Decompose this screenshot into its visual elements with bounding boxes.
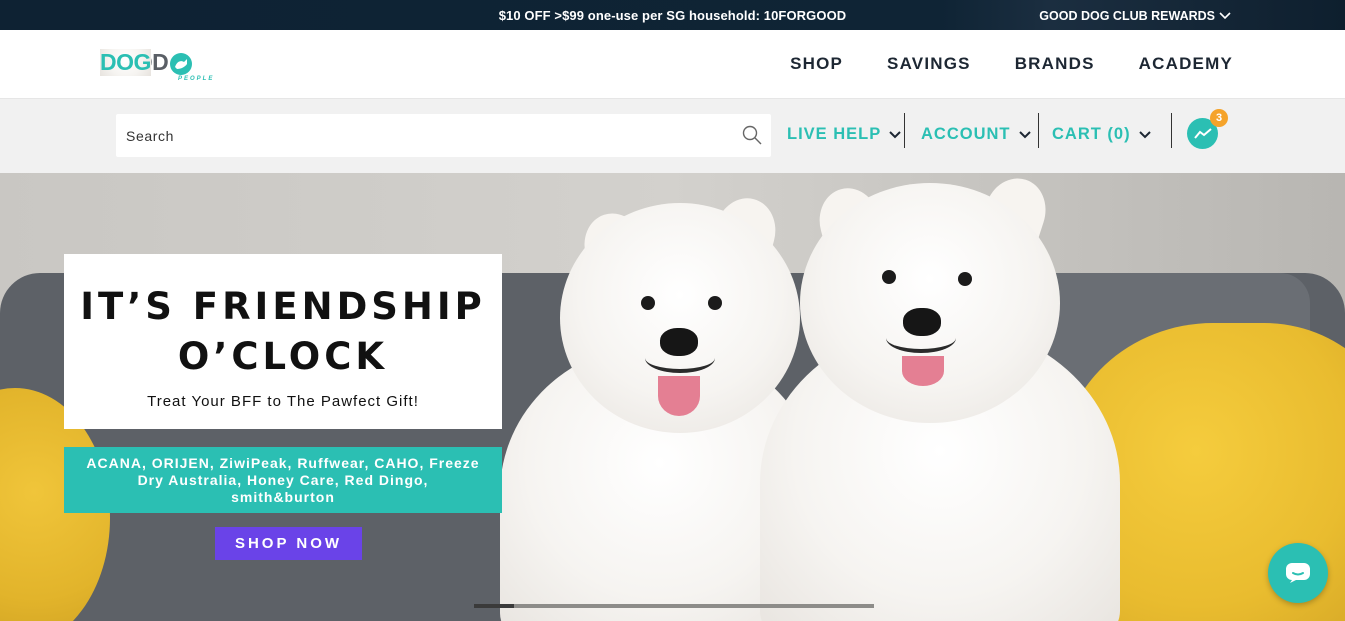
logo-people: PEOPLE <box>178 76 215 82</box>
search-input[interactable] <box>116 114 716 157</box>
chevron-down-icon <box>1138 130 1151 138</box>
utility-bar: LIVE HELP ACCOUNT CART (0) 3 <box>0 99 1345 173</box>
dog-eye <box>641 296 655 310</box>
live-help-menu[interactable]: LIVE HELP <box>787 125 901 144</box>
hero-headline: IT’S FRIENDSHIP O’CLOCK <box>64 282 502 382</box>
live-help-label: LIVE HELP <box>787 125 882 143</box>
nav-academy[interactable]: ACADEMY <box>1139 54 1233 74</box>
shop-now-button[interactable]: SHOP NOW <box>215 527 362 560</box>
announcement-bar: $10 OFF >$99 one-use per SG household: 1… <box>0 0 1345 30</box>
account-label: ACCOUNT <box>921 125 1011 143</box>
dog-mouth <box>886 323 956 353</box>
account-menu[interactable]: ACCOUNT <box>921 125 1031 144</box>
logo[interactable]: GOOD DOG PEOPLE <box>100 49 212 82</box>
chat-icon <box>1286 563 1310 583</box>
dog-head <box>800 183 1060 423</box>
cart-label: CART (0) <box>1052 125 1131 143</box>
hero-headline-line2: O’CLOCK <box>177 335 389 378</box>
cart-menu[interactable]: CART (0) <box>1052 125 1151 144</box>
chevron-down-icon <box>889 130 901 138</box>
hero-headline-line1: IT’S FRIENDSHIP <box>80 285 486 328</box>
site-header: GOOD DOG PEOPLE SHOP SAVINGS BRANDS ACAD… <box>0 30 1345 99</box>
slide-progress[interactable] <box>474 604 874 608</box>
dog-tongue <box>902 356 944 386</box>
slide-progress-fill <box>474 604 514 608</box>
dog-mouth <box>645 343 715 373</box>
dog-eye <box>708 296 722 310</box>
dog-eye <box>958 272 972 286</box>
rewards-menu[interactable]: GOOD DOG CLUB REWARDS <box>1039 9 1231 23</box>
nav-brands[interactable]: BRANDS <box>1015 54 1095 74</box>
dog-logo-icon <box>170 53 193 75</box>
brand-list: ACANA, ORIJEN, ZiwiPeak, Ruffwear, CAHO,… <box>64 447 502 513</box>
messenger-icon <box>1193 127 1212 139</box>
chevron-down-icon <box>1018 130 1031 138</box>
chevron-down-icon <box>1219 12 1231 20</box>
divider <box>904 113 905 148</box>
hero-banner[interactable]: IT’S FRIENDSHIP O’CLOCK Treat Your BFF t… <box>0 173 1345 621</box>
promo-card: IT’S FRIENDSHIP O’CLOCK Treat Your BFF t… <box>64 254 502 429</box>
search-icon[interactable] <box>742 125 762 145</box>
dog-eye <box>882 270 896 284</box>
nav-shop[interactable]: SHOP <box>790 54 843 74</box>
dog-tongue <box>658 376 700 416</box>
search-box <box>116 114 771 157</box>
rewards-label: GOOD DOG CLUB REWARDS <box>1039 9 1215 23</box>
hero-subheadline: Treat Your BFF to The Pawfect Gift! <box>147 393 419 410</box>
divider <box>1171 113 1172 148</box>
chat-button[interactable] <box>1268 543 1328 603</box>
divider <box>1038 113 1039 148</box>
nav-savings[interactable]: SAVINGS <box>887 54 971 74</box>
notification-badge: 3 <box>1210 109 1228 127</box>
main-nav: SHOP SAVINGS BRANDS ACADEMY <box>790 54 1233 74</box>
logo-dog: DOG <box>100 49 151 76</box>
